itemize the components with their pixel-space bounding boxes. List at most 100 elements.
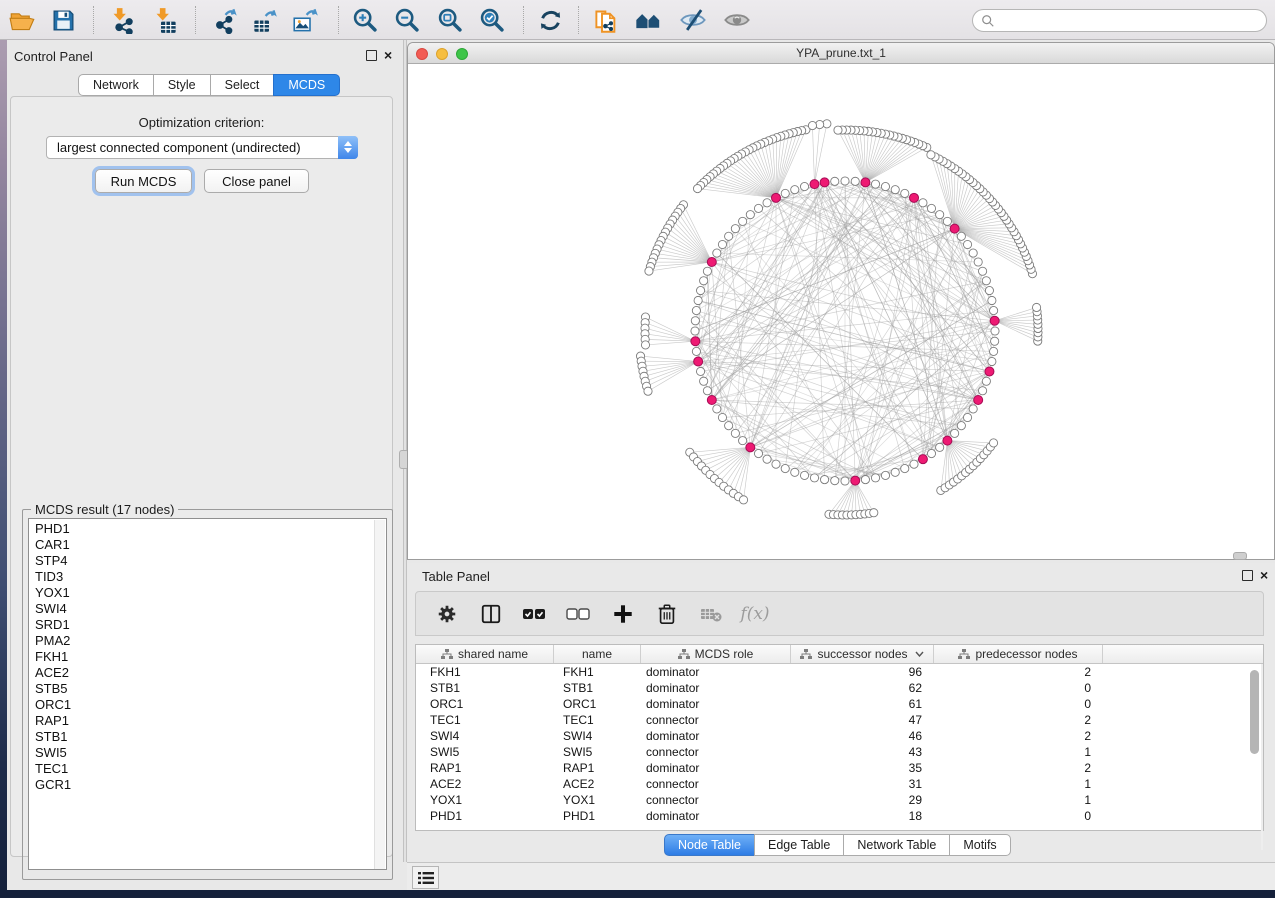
table-row[interactable]: STB1STB1dominator620	[416, 680, 1263, 696]
table-cell[interactable]: STB1	[554, 680, 641, 696]
add-column-icon[interactable]	[608, 599, 638, 629]
table-row[interactable]: SWI5SWI5connector431	[416, 744, 1263, 760]
table-cell[interactable]: dominator	[641, 728, 791, 744]
mcds-result-item[interactable]: YOX1	[35, 585, 386, 601]
zoom-selected-icon[interactable]	[475, 5, 509, 35]
table-cell[interactable]: 18	[791, 808, 934, 824]
open-folder-icon[interactable]	[5, 5, 39, 35]
show-all-icon[interactable]	[720, 5, 754, 35]
table-cell[interactable]: 96	[791, 664, 934, 680]
mcds-result-item[interactable]: FKH1	[35, 649, 386, 665]
criterion-dropdown[interactable]: largest connected component (undirected)	[46, 136, 358, 159]
table-cell[interactable]: 47	[791, 712, 934, 728]
close-table-panel-icon[interactable]: ×	[1260, 566, 1268, 584]
float-table-panel-icon[interactable]	[1242, 570, 1253, 581]
tab-node-table[interactable]: Node Table	[664, 834, 755, 856]
table-row[interactable]: YOX1YOX1connector291	[416, 792, 1263, 808]
deselect-all-columns-icon[interactable]	[564, 599, 594, 629]
hide-selected-icon[interactable]	[676, 5, 710, 35]
table-cell[interactable]: 31	[791, 776, 934, 792]
tab-select[interactable]: Select	[210, 74, 275, 96]
table-cell[interactable]: dominator	[641, 696, 791, 712]
mcds-result-item[interactable]: TID3	[35, 569, 386, 585]
float-panel-icon[interactable]	[366, 50, 377, 61]
import-table-icon[interactable]	[148, 5, 182, 35]
table-cell[interactable]: 1	[934, 776, 1103, 792]
mcds-result-item[interactable]: STB5	[35, 681, 386, 697]
table-cell[interactable]: ACE2	[416, 776, 554, 792]
select-all-columns-icon[interactable]	[520, 599, 550, 629]
table-cell[interactable]: 2	[934, 760, 1103, 776]
table-cell[interactable]: 43	[791, 744, 934, 760]
export-network-icon[interactable]	[208, 5, 242, 35]
mcds-list-scrollbar[interactable]	[374, 520, 385, 870]
show-column-panel-icon[interactable]	[476, 599, 506, 629]
table-row[interactable]: FKH1FKH1dominator962	[416, 664, 1263, 680]
close-panel-button[interactable]: Close panel	[204, 169, 309, 193]
table-cell[interactable]: TEC1	[554, 712, 641, 728]
horizontal-splitter-handle[interactable]	[1233, 552, 1247, 560]
run-mcds-button[interactable]: Run MCDS	[95, 169, 192, 193]
apply-layout-refresh-icon[interactable]	[533, 5, 567, 35]
export-image-icon[interactable]	[288, 5, 322, 35]
import-network-icon[interactable]	[105, 5, 139, 35]
table-cell[interactable]: dominator	[641, 760, 791, 776]
table-cell[interactable]: 29	[791, 792, 934, 808]
mcds-result-item[interactable]: ORC1	[35, 697, 386, 713]
table-cell[interactable]: connector	[641, 776, 791, 792]
table-row[interactable]: PHD1PHD1dominator180	[416, 808, 1263, 824]
table-cell[interactable]: ORC1	[416, 696, 554, 712]
table-cell[interactable]: 2	[934, 712, 1103, 728]
column-header-predecessor-nodes[interactable]: predecessor nodes	[934, 645, 1103, 663]
delete-column-icon[interactable]	[652, 599, 682, 629]
tab-style[interactable]: Style	[153, 74, 211, 96]
table-cell[interactable]: connector	[641, 792, 791, 808]
column-header-successor-nodes[interactable]: successor nodes	[791, 645, 934, 663]
table-row[interactable]: TEC1TEC1connector472	[416, 712, 1263, 728]
tab-edge-table[interactable]: Edge Table	[754, 834, 844, 856]
table-cell[interactable]: dominator	[641, 664, 791, 680]
table-cell[interactable]: 1	[934, 792, 1103, 808]
tab-network[interactable]: Network	[78, 74, 154, 96]
table-cell[interactable]: SWI4	[416, 728, 554, 744]
table-cell[interactable]: 2	[934, 728, 1103, 744]
table-cell[interactable]: PHD1	[416, 808, 554, 824]
column-header-MCDS-role[interactable]: MCDS role	[641, 645, 791, 663]
table-cell[interactable]: SWI4	[554, 728, 641, 744]
tab-mcds[interactable]: MCDS	[273, 74, 340, 96]
table-row[interactable]: RAP1RAP1dominator352	[416, 760, 1263, 776]
mcds-result-item[interactable]: RAP1	[35, 713, 386, 729]
column-header-shared-name[interactable]: shared name	[416, 645, 554, 663]
table-cell[interactable]: SWI5	[554, 744, 641, 760]
tab-network-table[interactable]: Network Table	[843, 834, 950, 856]
zoom-in-icon[interactable]	[348, 5, 382, 35]
table-cell[interactable]: PHD1	[554, 808, 641, 824]
table-cell[interactable]: RAP1	[554, 760, 641, 776]
column-header-name[interactable]: name	[554, 645, 641, 663]
close-panel-icon[interactable]: ×	[384, 46, 392, 64]
table-cell[interactable]: 62	[791, 680, 934, 696]
table-cell[interactable]: connector	[641, 712, 791, 728]
table-cell[interactable]: FKH1	[554, 664, 641, 680]
mcds-result-item[interactable]: PHD1	[35, 521, 386, 537]
mcds-result-item[interactable]: ACE2	[35, 665, 386, 681]
table-cell[interactable]: STB1	[416, 680, 554, 696]
table-cell[interactable]: dominator	[641, 680, 791, 696]
table-cell[interactable]: ACE2	[554, 776, 641, 792]
table-cell[interactable]: YOX1	[554, 792, 641, 808]
mcds-result-item[interactable]: TEC1	[35, 761, 386, 777]
table-cell[interactable]: 46	[791, 728, 934, 744]
mcds-result-item[interactable]: SRD1	[35, 617, 386, 633]
table-cell[interactable]: RAP1	[416, 760, 554, 776]
save-icon[interactable]	[46, 5, 80, 35]
table-cell[interactable]: 35	[791, 760, 934, 776]
table-row[interactable]: ORC1ORC1dominator610	[416, 696, 1263, 712]
zoom-out-icon[interactable]	[390, 5, 424, 35]
mcds-result-item[interactable]: SWI5	[35, 745, 386, 761]
table-settings-gear-icon[interactable]	[432, 599, 462, 629]
mcds-result-item[interactable]: CAR1	[35, 537, 386, 553]
table-cell[interactable]: 0	[934, 680, 1103, 696]
mcds-result-item[interactable]: SWI4	[35, 601, 386, 617]
first-neighbors-icon[interactable]	[631, 5, 665, 35]
clone-network-icon[interactable]	[589, 5, 623, 35]
